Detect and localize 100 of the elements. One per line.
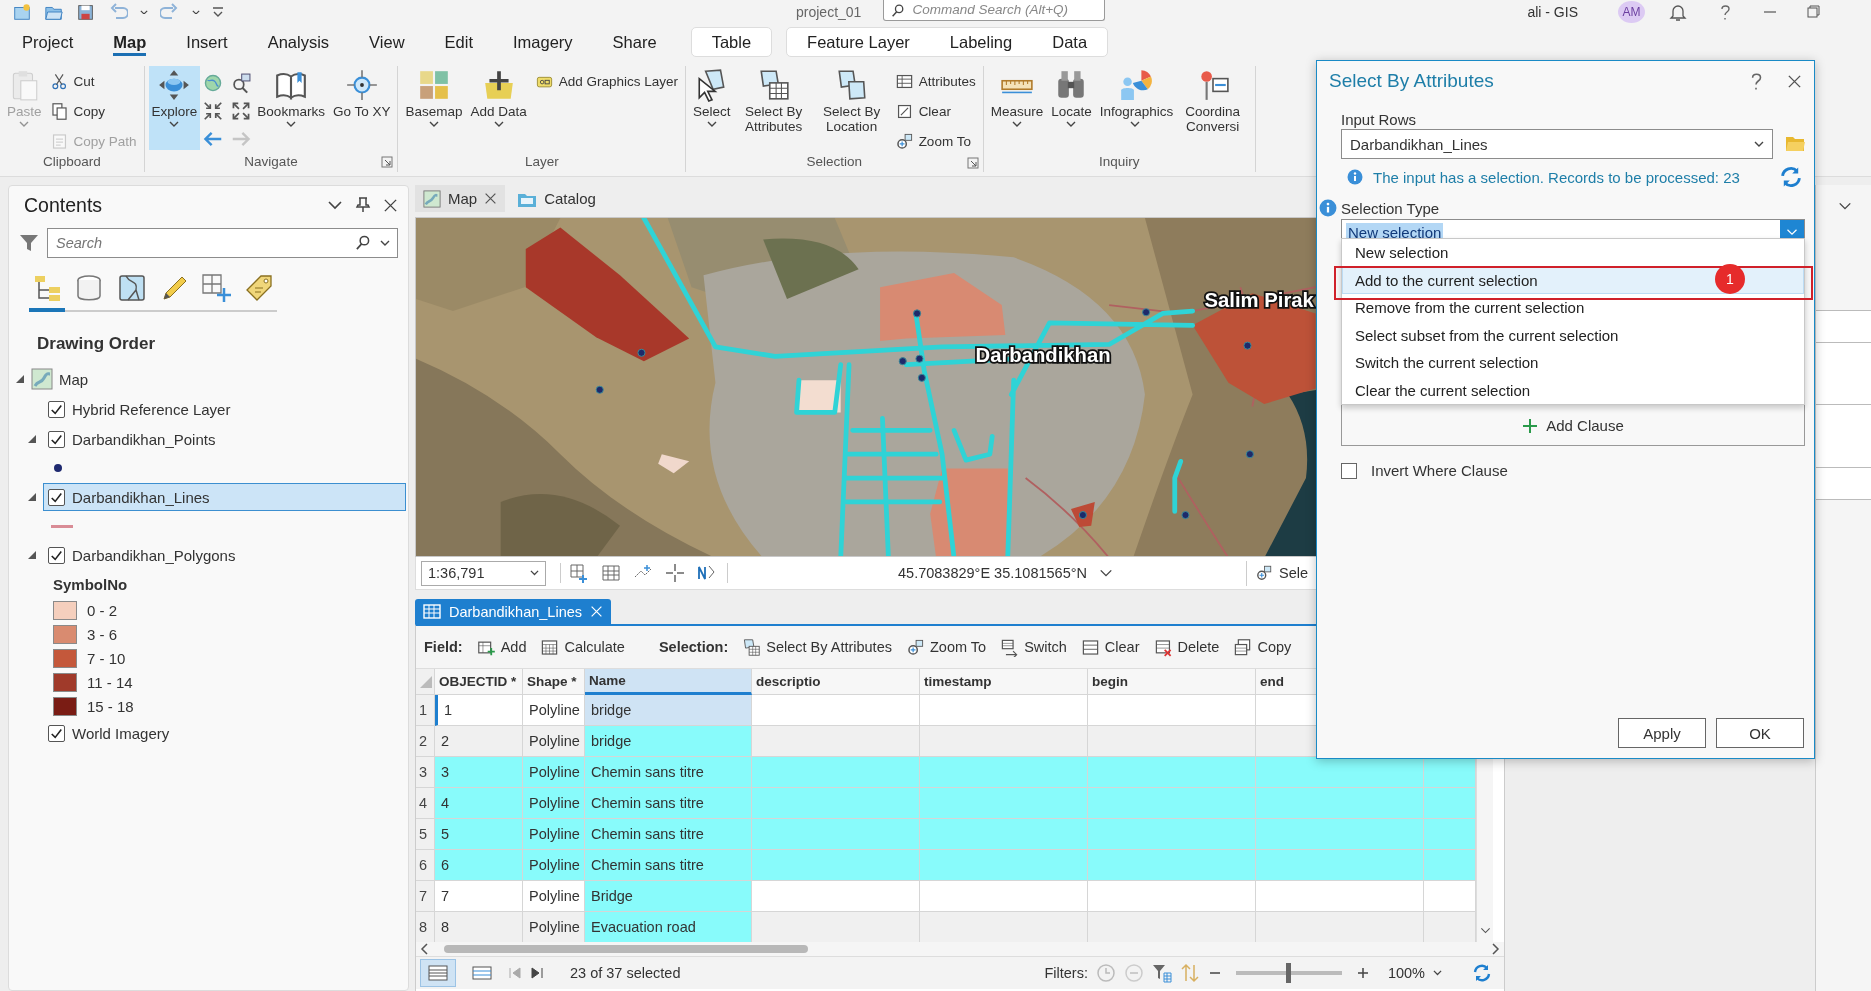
measure-button[interactable]: Measure — [987, 66, 1047, 150]
infographics-button[interactable]: Infographics — [1096, 66, 1173, 150]
select-by-attributes-button[interactable]: Select By Attributes — [735, 66, 812, 150]
close-icon[interactable] — [1787, 73, 1802, 89]
grid-add-icon[interactable] — [569, 563, 589, 583]
ribbon-tab[interactable]: View — [349, 26, 425, 58]
bookmarks-button[interactable]: Bookmarks — [254, 66, 328, 150]
search-icon[interactable] — [355, 235, 370, 250]
ribbon-tab[interactable]: Data — [1032, 28, 1108, 56]
layer-row[interactable]: Darbandikhan_Polygons — [43, 541, 406, 569]
close-icon[interactable] — [484, 192, 498, 205]
slider-thumb[interactable] — [1285, 963, 1291, 983]
command-search-field[interactable]: Command Search (Alt+Q) — [883, 0, 1106, 21]
table-row[interactable]: 5 5 Polyline Chemin sans titre — [416, 819, 1476, 850]
search-icon[interactable] — [891, 3, 905, 17]
magnifier-icon[interactable] — [230, 72, 253, 94]
pin-icon[interactable] — [355, 197, 371, 213]
document-tab[interactable]: Catalog — [509, 185, 604, 212]
layer-checkbox[interactable] — [48, 546, 65, 564]
search-field[interactable]: Search — [47, 228, 398, 258]
apply-button[interactable]: Apply — [1618, 718, 1706, 748]
filter-icon[interactable] — [19, 233, 39, 253]
ribbon-tab[interactable]: Edit — [424, 26, 493, 58]
select-by-attributes-button[interactable]: Select By Attributes — [742, 637, 892, 657]
ribbon-tab[interactable]: Table — [691, 28, 772, 56]
column-header[interactable]: Name — [585, 669, 752, 695]
last-record-icon[interactable] — [530, 966, 544, 980]
chevron-right-icon[interactable] — [1490, 943, 1500, 955]
zoom-to-button[interactable]: Zoom To — [905, 637, 987, 657]
layer-label[interactable]: Map — [59, 370, 89, 388]
bell-icon[interactable] — [1669, 3, 1687, 21]
dropdown-option[interactable]: Switch the current selection — [1342, 349, 1804, 377]
layer-row[interactable]: World Imagery — [43, 719, 406, 747]
ok-button[interactable]: OK — [1716, 718, 1804, 748]
locate-button[interactable]: Locate — [1048, 66, 1095, 150]
select-button[interactable]: Select — [690, 66, 734, 150]
table-row[interactable]: 8 8 Polyline Evacuation road — [416, 912, 1476, 942]
clear-button[interactable]: Clear — [891, 98, 979, 124]
ribbon-tab[interactable]: Map — [93, 26, 167, 58]
layer-row[interactable]: Darbandikhan_Lines — [43, 483, 406, 511]
select-tool-button[interactable]: Sele — [1245, 560, 1314, 586]
extent-filter-icon[interactable] — [1151, 963, 1172, 983]
dialog-launcher-icon[interactable] — [381, 156, 394, 169]
coordinate-conversion-button[interactable]: Coordina Conversi — [1174, 66, 1251, 150]
add-field-button[interactable]: Add — [476, 637, 527, 657]
dropdown-option[interactable]: Select subset from the current selection — [1342, 321, 1804, 349]
scale-dropdown[interactable]: 1:36,791 — [421, 560, 546, 586]
ribbon-tab[interactable]: Imagery — [493, 26, 593, 58]
restore-icon[interactable] — [1807, 5, 1821, 19]
add-data-button[interactable]: Add Data — [467, 66, 530, 150]
view-mode-toggle[interactable] — [420, 959, 456, 987]
table-row[interactable]: 3 3 Polyline Chemin sans titre — [416, 757, 1476, 788]
crosshair-icon[interactable] — [665, 563, 685, 583]
switch-button[interactable]: Switch — [1000, 637, 1067, 657]
ribbon-tab[interactable]: Insert — [166, 26, 248, 58]
chevron-left-icon[interactable] — [420, 943, 430, 955]
zoom-to-button[interactable]: Zoom To — [891, 128, 979, 154]
inward-arrows-icon[interactable] — [202, 100, 225, 122]
customize-icon[interactable] — [212, 7, 224, 17]
layer-row[interactable]: Darbandikhan_Points — [43, 425, 406, 453]
dropdown-option[interactable]: Remove from the current selection — [1342, 294, 1804, 322]
attributes-button[interactable]: Attributes — [891, 68, 979, 94]
layer-checkbox[interactable] — [48, 400, 65, 418]
table-row[interactable]: 7 7 Polyline Bridge — [416, 881, 1476, 912]
layer-row[interactable]: Hybrid Reference Layer — [43, 395, 406, 423]
layer-checkbox[interactable] — [48, 488, 65, 506]
cut-button[interactable]: Cut — [46, 68, 140, 94]
ribbon-tab[interactable]: Feature Layer — [787, 28, 930, 56]
refresh-icon[interactable] — [1472, 963, 1492, 983]
ribbon-tab[interactable]: Labeling — [929, 28, 1033, 56]
ribbon-tab[interactable]: Project — [2, 26, 94, 58]
select-by-location-button[interactable]: Select By Location — [813, 66, 890, 150]
attribute-table-tab[interactable]: Darbandikhan_Lines — [415, 599, 611, 624]
save-icon[interactable] — [76, 2, 96, 22]
delete-button[interactable]: Delete — [1153, 637, 1220, 657]
zoom-in-icon[interactable] — [1355, 966, 1370, 980]
layer-checkbox[interactable] — [48, 724, 65, 742]
document-tab[interactable]: Map — [415, 185, 506, 212]
expand-toggle-icon[interactable] — [15, 374, 25, 384]
refresh-icon[interactable] — [1779, 165, 1803, 189]
dropdown-option[interactable]: Clear the current selection — [1342, 376, 1804, 404]
dialog-launcher-icon[interactable] — [966, 157, 979, 169]
copy-button[interactable]: Copy — [46, 98, 140, 124]
layer-checkbox[interactable] — [48, 430, 65, 448]
grid-icon[interactable] — [601, 563, 621, 583]
ribbon-tab[interactable]: Analysis — [247, 26, 350, 58]
add-clause-button[interactable]: Add Clause — [1516, 416, 1630, 435]
add-graphics-layer-button[interactable]: Add Graphics Layer — [531, 68, 682, 94]
explore-button[interactable]: Explore — [148, 66, 201, 150]
checkbox[interactable] — [1341, 462, 1357, 479]
expand-toggle-icon[interactable] — [27, 434, 37, 444]
copy-button[interactable]: Copy — [1233, 637, 1292, 657]
input-rows-dropdown[interactable]: Darbandikhan_Lines — [1341, 129, 1773, 159]
close-icon[interactable] — [383, 197, 398, 213]
user-avatar[interactable]: AM — [1618, 1, 1645, 23]
ribbon-tab[interactable]: Share — [592, 26, 677, 58]
expand-toggle-icon[interactable] — [27, 492, 37, 502]
basemap-button[interactable]: Basemap — [402, 66, 466, 150]
horizontal-scrollbar[interactable] — [416, 942, 1504, 956]
calculate-button[interactable]: Calculate — [540, 637, 625, 657]
